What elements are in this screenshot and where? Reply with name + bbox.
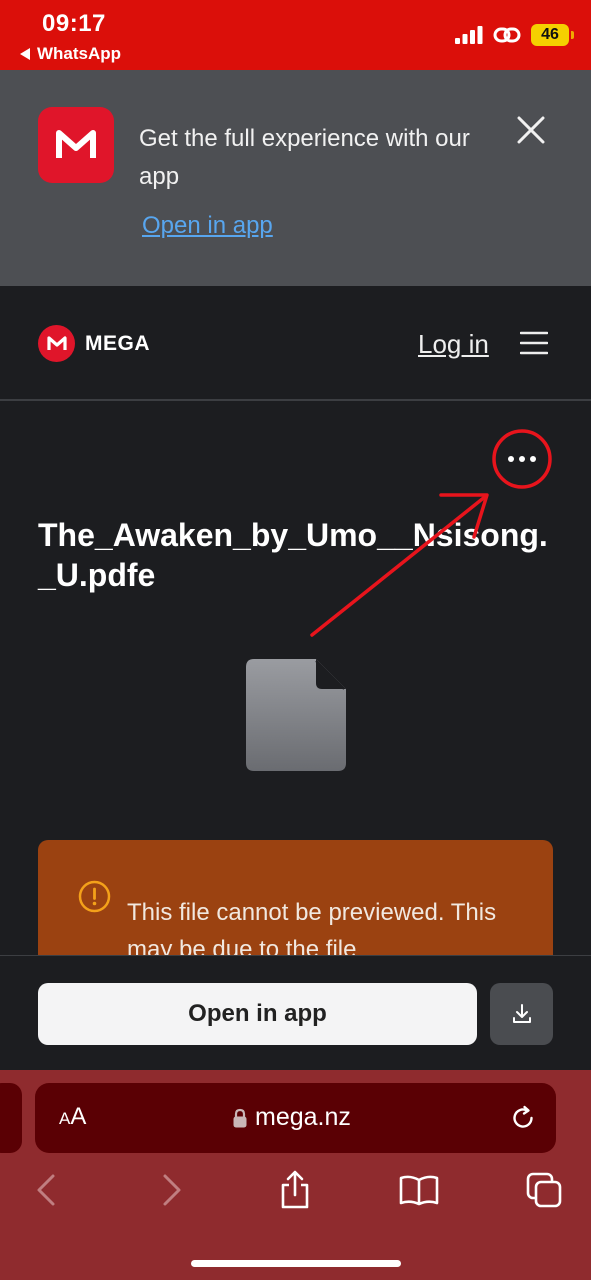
banner-open-in-app-link[interactable]: Open in app — [142, 212, 273, 240]
browser-nav-row — [0, 1168, 591, 1218]
home-indicator[interactable] — [191, 1260, 401, 1267]
cellular-signal-icon — [455, 26, 483, 44]
login-link[interactable]: Log in — [418, 329, 489, 360]
tabs-icon — [526, 1172, 562, 1208]
warning-text: This file cannot be previewed. This may … — [127, 899, 497, 955]
status-icons: 46 — [455, 24, 574, 46]
url-display[interactable]: mega.nz — [233, 1103, 351, 1132]
reload-icon[interactable] — [509, 1104, 537, 1132]
bottom-action-bar: Open in app — [0, 955, 591, 1070]
banner-message: Get the full experience with our app — [139, 125, 470, 190]
share-button[interactable] — [273, 1168, 317, 1212]
back-to-app-link[interactable]: WhatsApp — [20, 44, 121, 64]
browser-toolbar: AA mega.nz — [0, 1070, 591, 1280]
mega-logo-icon — [38, 325, 75, 362]
status-time: 09:17 — [42, 10, 106, 37]
address-bar[interactable]: AA mega.nz — [35, 1083, 556, 1153]
lock-icon — [233, 1108, 247, 1127]
tabs-button[interactable] — [522, 1168, 566, 1212]
chevron-right-icon — [163, 1174, 181, 1206]
open-in-app-button[interactable]: Open in app — [38, 983, 477, 1045]
logo-text: MEGA — [85, 331, 150, 355]
document-file-icon — [246, 659, 346, 771]
battery-icon: 46 — [531, 24, 574, 46]
aa-large-letter: A — [70, 1103, 87, 1130]
file-preview-area: The_Awaken_by_Umo__Nsisong._U.pdfe This … — [0, 403, 591, 955]
mega-app-icon — [38, 107, 114, 183]
file-name: The_Awaken_by_Umo__Nsisong._U.pdfe — [38, 517, 548, 593]
mega-logo[interactable]: MEGA — [38, 325, 150, 362]
download-icon — [512, 1004, 531, 1023]
info-warning-icon — [78, 880, 111, 913]
ellipsis-icon — [508, 456, 536, 462]
hamburger-menu-icon[interactable] — [520, 331, 548, 355]
chevron-left-icon — [37, 1174, 55, 1206]
share-icon — [281, 1170, 309, 1209]
status-bar: 09:17 WhatsApp 46 — [0, 0, 591, 70]
close-icon[interactable] — [513, 112, 549, 148]
forward-button[interactable] — [150, 1168, 194, 1212]
preview-warning-box: This file cannot be previewed. This may … — [38, 840, 553, 955]
reader-settings-button[interactable]: AA — [59, 1103, 86, 1131]
back-triangle-icon — [20, 48, 30, 60]
personal-hotspot-icon — [493, 27, 521, 43]
bookmarks-button[interactable] — [397, 1168, 441, 1212]
app-install-banner: Get the full experience with our app Ope… — [0, 70, 591, 286]
back-app-label: WhatsApp — [37, 44, 122, 63]
aa-small-letter: A — [59, 1109, 71, 1128]
more-options-button[interactable] — [496, 435, 548, 483]
back-button[interactable] — [24, 1168, 68, 1212]
download-button[interactable] — [490, 983, 553, 1045]
open-book-icon — [399, 1175, 439, 1206]
site-header: MEGA Log in — [0, 286, 591, 401]
url-text: mega.nz — [255, 1103, 351, 1131]
previous-tab-peek[interactable] — [0, 1083, 22, 1153]
